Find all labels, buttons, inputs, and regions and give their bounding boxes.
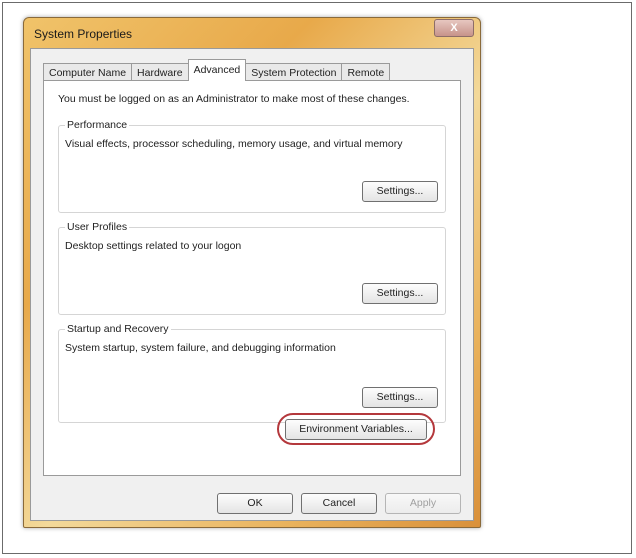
startup-recovery-description: System startup, system failure, and debu… (65, 342, 336, 354)
tab-remote[interactable]: Remote (341, 63, 391, 81)
startup-recovery-group: Startup and Recovery System startup, sys… (58, 323, 446, 423)
performance-group-title: Performance (65, 119, 130, 131)
tab-hardware[interactable]: Hardware (131, 63, 189, 81)
startup-recovery-settings-button[interactable]: Settings... (362, 387, 438, 408)
apply-button[interactable]: Apply (385, 493, 461, 514)
user-profiles-group-title: User Profiles (65, 221, 130, 233)
user-profiles-settings-button[interactable]: Settings... (362, 283, 438, 304)
tab-system-protection[interactable]: System Protection (245, 63, 343, 81)
tab-computer-name[interactable]: Computer Name (43, 63, 133, 81)
administrator-notice: You must be logged on as an Administrato… (58, 93, 410, 105)
tab-strip: Computer Name Hardware Advanced System P… (43, 59, 391, 81)
startup-recovery-group-title: Startup and Recovery (65, 323, 171, 335)
performance-group: Performance Visual effects, processor sc… (58, 119, 446, 213)
tab-advanced[interactable]: Advanced (187, 59, 247, 81)
window-title: System Properties (34, 27, 133, 41)
dialog-client-area: Computer Name Hardware Advanced System P… (30, 48, 474, 521)
title-bar[interactable]: System Properties X (24, 18, 480, 48)
performance-description: Visual effects, processor scheduling, me… (65, 138, 403, 150)
system-properties-window: System Properties X Computer Name Hardwa… (23, 17, 481, 528)
performance-settings-button[interactable]: Settings... (362, 181, 438, 202)
ok-button[interactable]: OK (217, 493, 293, 514)
cancel-button[interactable]: Cancel (301, 493, 377, 514)
close-icon: X (450, 22, 458, 34)
close-button[interactable]: X (434, 19, 474, 37)
screenshot-frame: System Properties X Computer Name Hardwa… (2, 2, 632, 554)
user-profiles-group: User Profiles Desktop settings related t… (58, 221, 446, 315)
user-profiles-description: Desktop settings related to your logon (65, 240, 242, 252)
environment-variables-button[interactable]: Environment Variables... (285, 419, 427, 440)
